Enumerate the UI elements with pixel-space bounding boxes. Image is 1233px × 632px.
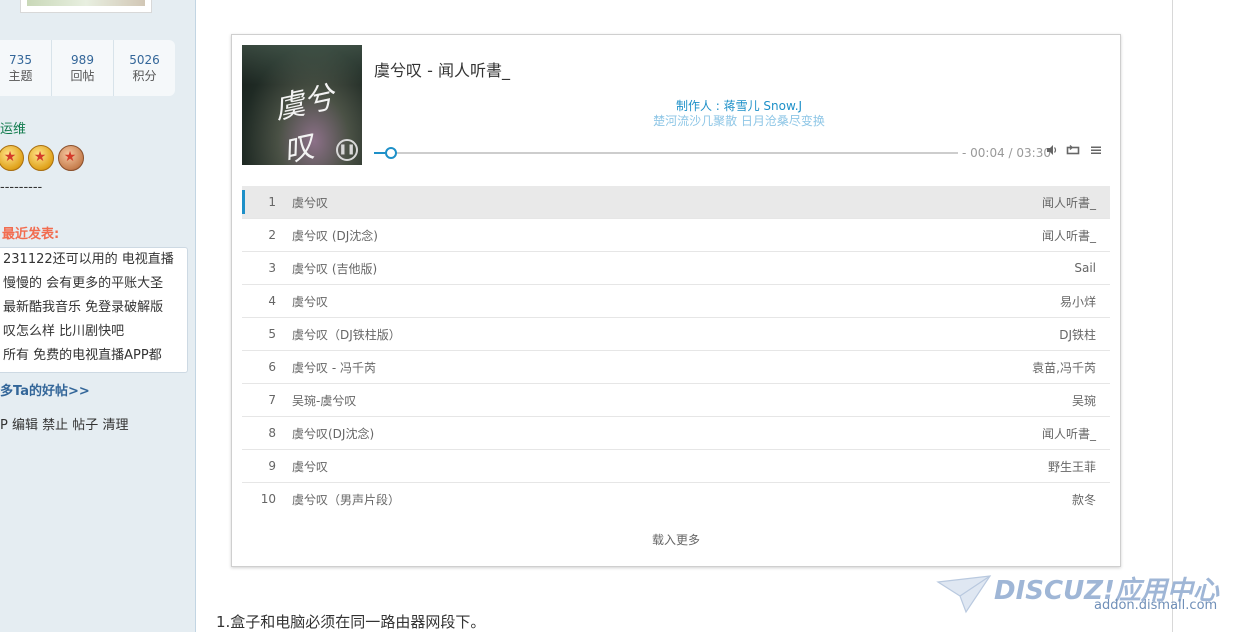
recent-posts-list: 231122还可以用的 电视直播 慢慢的 会有更多的平账大圣 最新酷我音乐 免登… (0, 247, 188, 373)
admin-link-posts[interactable]: 帖子 (72, 418, 98, 433)
track-index: 4 (268, 294, 276, 308)
user-stats: 735 主题 989 回帖 5026 积分 (0, 40, 175, 96)
paper-plane-icon (936, 575, 992, 614)
user-sidebar: 735 主题 989 回帖 5026 积分 运维 ★ ★ ★ ---------… (0, 0, 196, 632)
recent-post-item[interactable]: 最新酷我音乐 免登录破解版 (0, 296, 187, 320)
track-row-active[interactable]: 1 虞兮叹 闻人听書_ (242, 186, 1110, 218)
track-name: 虞兮叹 (292, 195, 329, 210)
admin-link-ban[interactable]: 禁止 (42, 418, 68, 433)
post-note: 1.盒子和电脑必须在同一路由器网段下。 (216, 613, 486, 631)
stat-replies-value: 989 (71, 53, 94, 67)
divider-dashes: --------- (0, 180, 43, 195)
track-artist: 吴琬 (1071, 393, 1096, 408)
avatar[interactable] (20, 0, 152, 13)
track-row[interactable]: 8 虞兮叹(DJ沈念) 闻人听書_ (242, 416, 1110, 449)
track-artist: 袁苗,冯千芮 (1032, 360, 1096, 375)
album-cover: 虞兮叹 ❚❚ (242, 45, 362, 165)
gold-star-medal-icon[interactable]: ★ (0, 143, 24, 173)
playlist: 1 虞兮叹 闻人听書_ 2 虞兮叹 (DJ沈念) 闻人听書_ 3 虞兮叹 (吉他… (242, 186, 1110, 515)
track-index: 1 (268, 195, 276, 209)
user-group: 运维 (0, 122, 27, 137)
recent-post-item[interactable]: 231122还可以用的 电视直播 (0, 248, 187, 272)
track-name: 吴琬-虞兮叹 (292, 393, 357, 408)
track-row[interactable]: 7 吴琬-虞兮叹 吴琬 (242, 383, 1110, 416)
stat-points-label: 积分 (132, 69, 157, 83)
track-artist: 闻人听書_ (1041, 228, 1096, 243)
track-index: 6 (268, 360, 276, 374)
song-title: 虞兮叹 - 闻人听書_ (374, 61, 510, 80)
track-index: 5 (268, 327, 276, 341)
track-index: 7 (268, 393, 276, 407)
track-index: 8 (268, 426, 276, 440)
gold-star-medal-icon[interactable]: ★ (26, 143, 54, 173)
music-player: 虞兮叹 ❚❚ 虞兮叹 - 闻人听書_ 制作人 : 蒋雪儿 Snow.J 楚河流沙… (231, 34, 1121, 567)
recent-posts-title: 最近发表: (2, 227, 60, 242)
pause-icon[interactable]: ❚❚ (336, 139, 358, 161)
stat-points[interactable]: 5026 积分 (113, 40, 175, 96)
track-row[interactable]: 4 虞兮叹 易小烊 (242, 284, 1110, 317)
watermark-url: addon.dismall.com (1094, 598, 1218, 613)
admin-link-clean[interactable]: 清理 (102, 418, 128, 433)
progress-fill (374, 152, 385, 154)
medal-list: ★ ★ ★ (0, 143, 84, 173)
stat-topics-value: 735 (9, 53, 32, 67)
stat-replies-label: 回帖 (70, 69, 95, 83)
content-border (1172, 0, 1173, 632)
stat-topics-label: 主题 (8, 69, 33, 83)
track-artist: 闻人听書_ (1041, 195, 1096, 210)
track-name: 虞兮叹 (DJ沈念) (292, 228, 378, 243)
stat-replies[interactable]: 989 回帖 (51, 40, 113, 96)
track-artist: 野生王菲 (1047, 459, 1096, 474)
more-good-posts-link[interactable]: 多Ta的好帖>> (0, 380, 90, 399)
admin-links: P 编辑 禁止 帖子 清理 (0, 414, 128, 433)
track-name: 虞兮叹 (292, 459, 329, 474)
stat-topics[interactable]: 735 主题 (0, 40, 51, 96)
recent-post-item[interactable]: 所有 免费的电视直播APP都 (0, 344, 187, 368)
admin-link-ip[interactable]: P (0, 418, 8, 433)
loop-icon[interactable] (1066, 144, 1080, 160)
track-artist: Sail (1074, 261, 1096, 275)
track-name: 虞兮叹 - 冯千芮 (292, 360, 376, 375)
progress-bar[interactable] (374, 147, 958, 159)
track-artist: 款冬 (1071, 492, 1096, 507)
track-name: 虞兮叹（DJ铁柱版） (292, 327, 401, 342)
watermark: DISCUZ!应用中心 addon.dismall.com (936, 570, 1226, 618)
track-index: 10 (260, 492, 276, 506)
track-index: 9 (268, 459, 276, 473)
bronze-star-medal-icon[interactable]: ★ (56, 143, 84, 173)
track-artist: 易小烊 (1059, 294, 1096, 309)
track-row[interactable]: 5 虞兮叹（DJ铁柱版） DJ铁柱 (242, 317, 1110, 350)
track-name: 虞兮叹（男声片段） (292, 492, 401, 507)
track-row[interactable]: 3 虞兮叹 (吉他版) Sail (242, 251, 1110, 284)
menu-icon[interactable] (1090, 144, 1102, 160)
track-name: 虞兮叹 (吉他版) (292, 261, 378, 276)
progress-knob[interactable] (384, 147, 397, 159)
load-more-button[interactable]: 载入更多 (232, 531, 1120, 548)
time-display: - 00:04 / 03:30 (962, 146, 1051, 160)
recent-post-item[interactable]: 慢慢的 会有更多的平账大圣 (0, 272, 187, 296)
stat-points-value: 5026 (129, 53, 160, 67)
track-name: 虞兮叹 (292, 294, 329, 309)
admin-link-edit[interactable]: 编辑 (12, 418, 38, 433)
track-index: 2 (268, 228, 276, 242)
track-row[interactable]: 2 虞兮叹 (DJ沈念) 闻人听書_ (242, 218, 1110, 251)
lyric-line-next: 楚河流沙几聚散 日月沧桑尽变换 (653, 114, 825, 128)
track-name: 虞兮叹(DJ沈念) (292, 426, 375, 441)
track-artist: DJ铁柱 (1059, 327, 1096, 342)
recent-post-item[interactable]: 叹怎么样 比川剧快吧 (0, 320, 187, 344)
avatar-image (27, 0, 145, 6)
track-artist: 闻人听書_ (1041, 426, 1096, 441)
track-row[interactable]: 6 虞兮叹 - 冯千芮 袁苗,冯千芮 (242, 350, 1110, 383)
track-row[interactable]: 9 虞兮叹 野生王菲 (242, 449, 1110, 482)
track-row[interactable]: 10 虞兮叹（男声片段） 款冬 (242, 482, 1110, 515)
track-index: 3 (268, 261, 276, 275)
volume-icon[interactable] (1046, 144, 1058, 160)
